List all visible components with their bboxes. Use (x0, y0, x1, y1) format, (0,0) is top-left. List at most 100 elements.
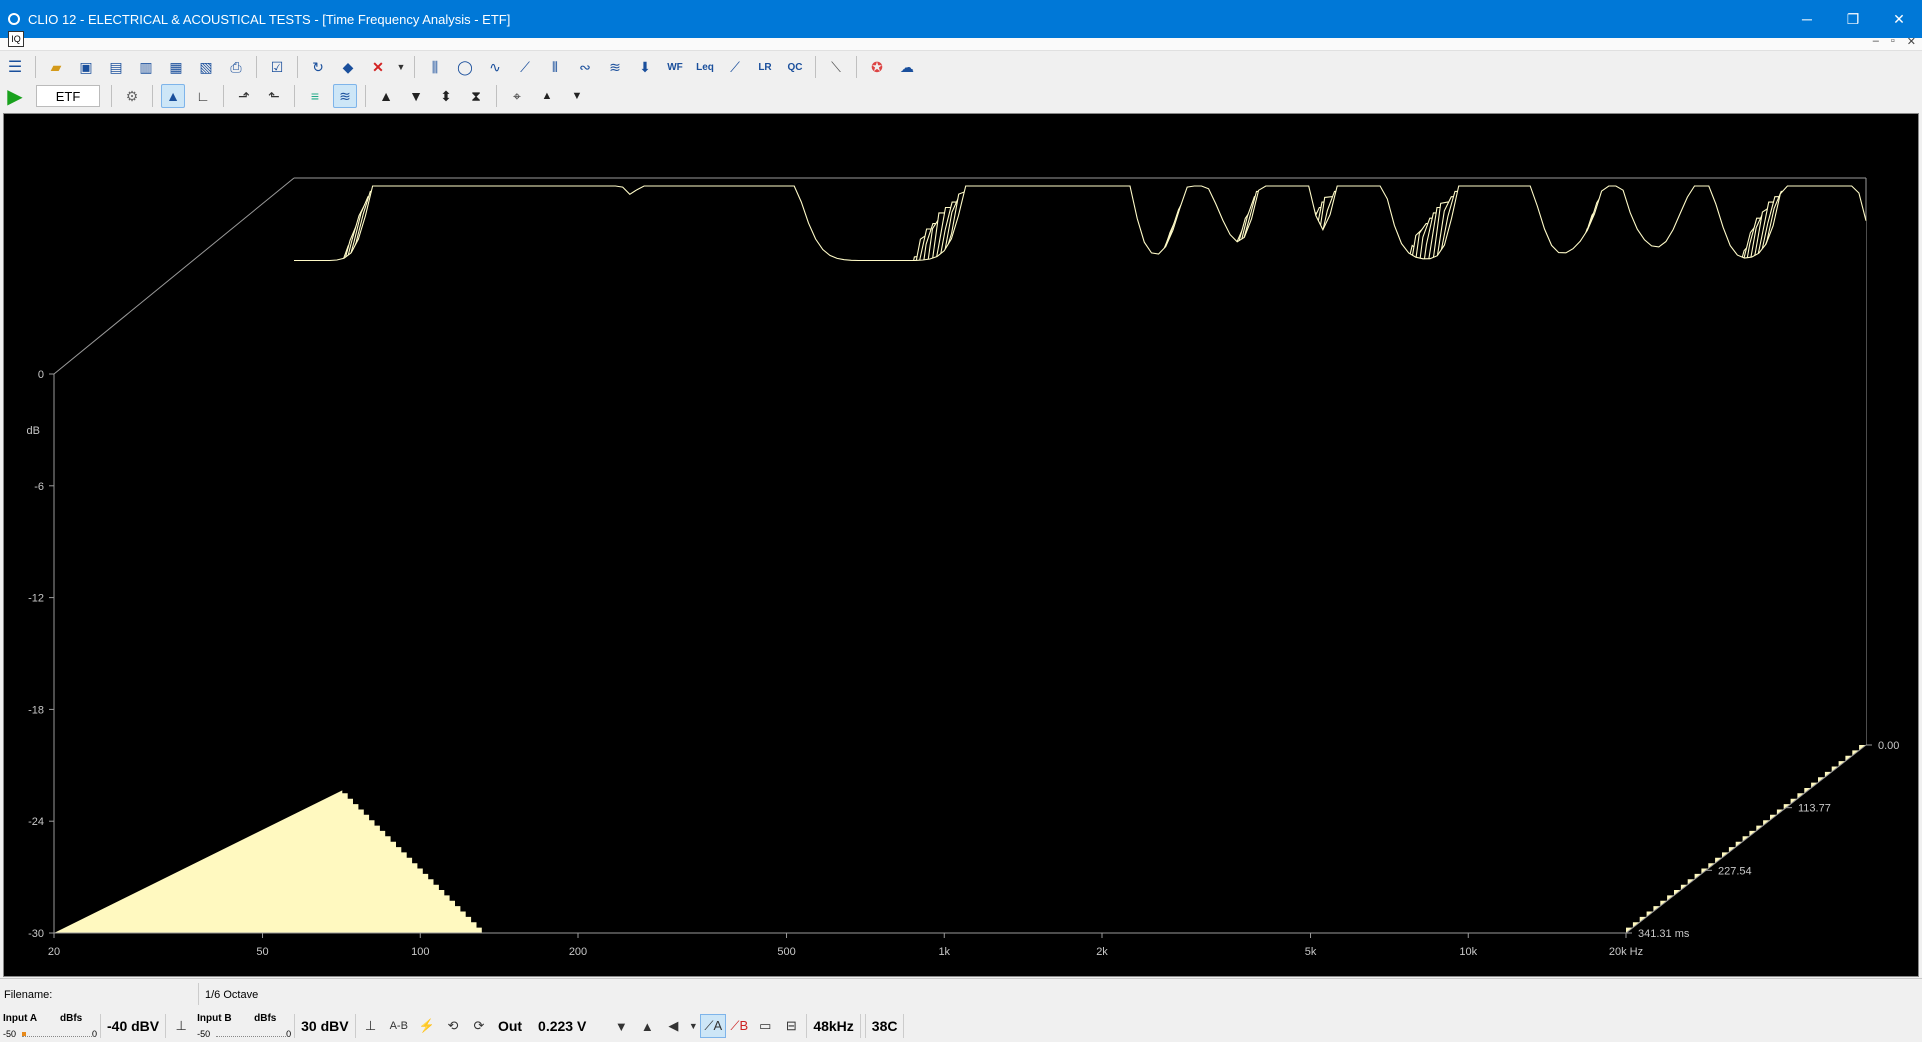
app-icon (8, 13, 20, 25)
input-a-level-fill (22, 1032, 26, 1036)
x-tick-label: 5k (1305, 946, 1317, 958)
toolbar-separator (856, 56, 857, 78)
open-file-icon[interactable]: ▰ (44, 55, 68, 79)
fft-icon[interactable]: ⫼ (423, 55, 447, 79)
x-tick-label: 500 (777, 946, 795, 958)
wavelet-icon[interactable]: ∾ (573, 55, 597, 79)
mdi-restore-button[interactable]: ▫ (1891, 35, 1895, 48)
phantom-icon[interactable]: ⚡ (414, 1014, 440, 1038)
expand-icon[interactable]: ⬍ (434, 84, 458, 108)
play-icon[interactable]: ▶ (3, 84, 27, 108)
resolution-label: 1/6 Octave (205, 989, 259, 1001)
loop-b-icon[interactable]: ⟳ (466, 1014, 492, 1038)
linearity-icon[interactable]: ⟋ (723, 55, 747, 79)
channel-a-icon[interactable]: ⟋A (700, 1014, 727, 1038)
delete-icon[interactable]: ✕ (366, 55, 390, 79)
mdi-document-icon[interactable]: IQ (8, 31, 24, 47)
toolbar-separator (256, 56, 257, 78)
arrow-down-icon[interactable]: ▼ (404, 84, 428, 108)
online-help-icon[interactable]: ☁ (895, 55, 919, 79)
toolbar-separator (294, 85, 295, 107)
status-bar: Filename: 1/6 Octave Input A dBfs -50 0 … (0, 978, 1922, 1042)
x-tick-label: 200 (569, 946, 587, 958)
impedance-icon[interactable]: ⟋ (513, 55, 537, 79)
mdi-bar: IQ – ▫ ✕ (0, 31, 1922, 51)
waterfall-icon[interactable]: ⫴ (543, 55, 567, 79)
input-b-unit: dBfs (254, 1013, 277, 1024)
save-icon[interactable]: ▣ (74, 55, 98, 79)
close-button[interactable]: ✕ (1876, 0, 1922, 38)
help-icon[interactable]: ✪ (865, 55, 889, 79)
leq-icon[interactable]: Leq (693, 55, 717, 79)
checklist-icon[interactable]: ☑ (265, 55, 289, 79)
target-icon[interactable]: ⌖ (505, 84, 529, 108)
print-icon[interactable]: ⎙ (224, 55, 248, 79)
chart-icon[interactable]: ⬏ (232, 84, 256, 108)
speaker-icon[interactable]: ◀ (660, 1014, 686, 1038)
restore-button[interactable]: ❐ (1830, 0, 1876, 38)
hardware-icon[interactable]: ⊟ (778, 1014, 804, 1038)
title-bar: CLIO 12 - ELECTRICAL & ACOUSTICAL TESTS … (0, 0, 1922, 38)
x-tick-label: 20 (48, 946, 60, 958)
minimize-button[interactable]: ─ (1784, 0, 1830, 38)
arrow-up-icon[interactable]: ▲ (374, 84, 398, 108)
toolbar-separator (496, 85, 497, 107)
wf-icon[interactable]: WF (663, 55, 687, 79)
sample-rate[interactable]: 48kHz (806, 1014, 861, 1038)
notes-icon[interactable]: ▧ (194, 55, 218, 79)
mls-icon[interactable]: ∿ (483, 55, 507, 79)
sinusoidal-icon[interactable]: ◯ (453, 55, 477, 79)
mdi-close-button[interactable]: ✕ (1907, 35, 1916, 48)
eraser-icon[interactable]: ◆ (336, 55, 360, 79)
refresh-icon[interactable]: ↻ (306, 55, 330, 79)
export-icon[interactable]: ▥ (134, 55, 158, 79)
out-up-icon[interactable]: ▲ (634, 1014, 660, 1038)
input-b-range[interactable]: 30 dBV (294, 1014, 356, 1038)
multimeter-icon[interactable]: ≋ (603, 55, 627, 79)
input-a-range[interactable]: -40 dBV (100, 1014, 167, 1038)
x-tick-label: 50 (256, 946, 268, 958)
arrow-down-small-icon[interactable]: ▼ (565, 84, 589, 108)
main-toolbar: ☰ ▰ ▣ ▤ ▥ ▦ ▧ ⎙ ☑ ↻ ◆ ✕ ▼ ⫼ ◯ ∿ ⟋ ⫴ ∾ ≋ … (0, 51, 1922, 83)
waterfall-plot[interactable]: 0 -6 -12 -18 -24 -30 dB 20 50 100 200 500 1k 2k 5k 10k 2… (3, 113, 1919, 977)
x-tick-label: 1k (938, 946, 950, 958)
temperature: 38C (864, 1014, 905, 1038)
save-as-icon[interactable]: ▤ (104, 55, 128, 79)
waterfall-lines-icon[interactable]: ≋ (333, 84, 357, 108)
toolbar-separator (223, 85, 224, 107)
color-scale-icon[interactable]: ≡ (303, 84, 327, 108)
thiele-small-icon[interactable]: ⬇ (633, 55, 657, 79)
channel-b-icon[interactable]: ⟋B (726, 1014, 752, 1038)
x-tick-label: 2k (1096, 946, 1108, 958)
mdi-minimize-button[interactable]: – (1873, 35, 1879, 48)
y-tick-label: -6 (34, 481, 44, 493)
input-a-autorange-icon[interactable]: ⊥ (168, 1014, 194, 1038)
loop-a-icon[interactable]: ⟲ (440, 1014, 466, 1038)
toolbar-separator (815, 56, 816, 78)
x-tick-label: 10k (1459, 946, 1477, 958)
settings-gear-icon[interactable]: ⚙ (120, 84, 144, 108)
out-down-icon[interactable]: ▼ (608, 1014, 634, 1038)
chart-alt-icon[interactable]: ⬑ (262, 84, 286, 108)
toolbar-separator (414, 56, 415, 78)
mode-selector[interactable]: ETF (36, 85, 100, 107)
arrow-up-small-icon[interactable]: ▲ (535, 84, 559, 108)
ruler-icon[interactable]: ⟍ (824, 55, 848, 79)
hamburger-menu-icon[interactable]: ☰ (3, 55, 27, 79)
3d-view-icon[interactable]: ▲ (161, 84, 185, 108)
compress-icon[interactable]: ⧗ (464, 84, 488, 108)
y-tick-label: -12 (28, 593, 44, 605)
z-tick-label: 0.00 (1878, 740, 1899, 752)
axes-icon[interactable]: ∟ (191, 84, 215, 108)
dropdown-arrow-icon[interactable]: ▼ (396, 55, 406, 79)
device-icon[interactable]: ▭ (752, 1014, 778, 1038)
out-value[interactable]: 0.223 V (538, 1018, 586, 1034)
input-b-autorange-icon[interactable]: ⊥ (358, 1014, 384, 1038)
a-minus-b-button[interactable]: A-B (390, 1020, 408, 1032)
save-all-icon[interactable]: ▦ (164, 55, 188, 79)
qc-icon[interactable]: QC (783, 55, 807, 79)
top-depth-line (53, 177, 295, 375)
lr-icon[interactable]: LR (753, 55, 777, 79)
speaker-dropdown-icon[interactable]: ▼ (686, 1014, 700, 1038)
toolbar-separator (35, 56, 36, 78)
